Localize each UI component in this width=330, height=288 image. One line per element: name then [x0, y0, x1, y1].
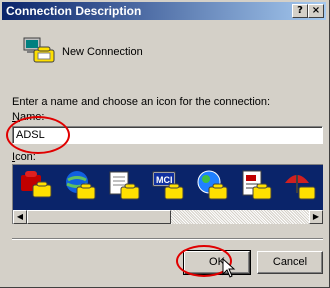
connection-name-display: New Connection	[62, 46, 143, 58]
ok-button[interactable]: OK	[183, 250, 251, 275]
scroll-left-button[interactable]: ◀	[13, 210, 27, 224]
window-title: Connection Description	[6, 4, 142, 18]
icon-list[interactable]: MCI ◀ ▶	[12, 164, 323, 224]
mci-phone-icon[interactable]: MCI	[151, 169, 185, 203]
cancel-button[interactable]: Cancel	[257, 251, 323, 274]
document-phone-icon[interactable]	[239, 169, 273, 203]
icon-list-scrollbar[interactable]: ◀ ▶	[13, 210, 323, 224]
separator	[12, 238, 323, 240]
name-input[interactable]	[12, 126, 323, 144]
mouse-cursor-icon	[222, 258, 236, 278]
globe-circle-phone-icon[interactable]	[195, 169, 229, 203]
connection-description-dialog: Connection Description ? × New Connectio…	[0, 0, 330, 288]
scroll-track[interactable]	[27, 210, 309, 224]
scroll-thumb[interactable]	[27, 210, 171, 224]
phone-computer-icon	[23, 37, 55, 63]
title-bar[interactable]: Connection Description ? ×	[2, 2, 326, 20]
phone-red-icon[interactable]	[19, 169, 53, 203]
umbrella-phone-icon[interactable]	[283, 169, 317, 203]
name-label: Name:	[12, 111, 45, 123]
close-button[interactable]: ×	[308, 4, 324, 18]
notebook-phone-icon[interactable]	[107, 169, 141, 203]
scroll-right-button[interactable]: ▶	[309, 210, 323, 224]
globe-phone-icon[interactable]	[63, 169, 97, 203]
help-button[interactable]: ?	[292, 4, 308, 18]
instruction-text: Enter a name and choose an icon for the …	[12, 96, 271, 108]
svg-text:MCI: MCI	[156, 175, 173, 185]
icon-label: Icon:	[12, 151, 36, 163]
